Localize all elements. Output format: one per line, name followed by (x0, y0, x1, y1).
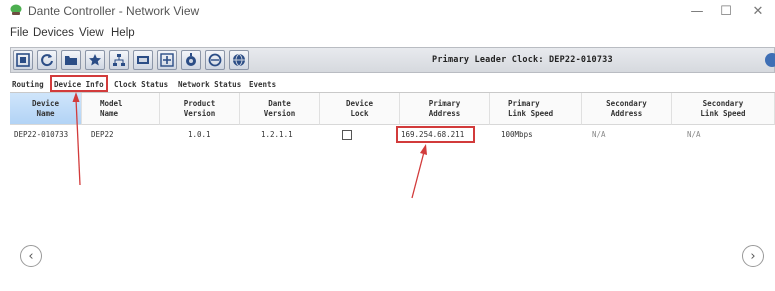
next-button[interactable]: › (742, 245, 764, 267)
cell-device-name: DEP22-010733 (14, 130, 69, 139)
clock-button[interactable] (205, 50, 225, 70)
chevron-right-icon: › (750, 248, 756, 264)
cell-secondary-address: N/A (592, 130, 606, 139)
tab-bar: Routing Device Info Clock Status Network… (10, 75, 775, 92)
primary-address-highlight (396, 126, 475, 143)
cell-product-version: 1.0.1 (188, 130, 211, 139)
dante-app-icon (10, 4, 22, 15)
menu-file[interactable]: File (10, 27, 29, 39)
tab-network-status[interactable]: Network Status (176, 78, 243, 91)
favorite-star-icon (89, 54, 101, 66)
header-product-version[interactable]: Product Version (160, 93, 240, 125)
presets-button[interactable] (133, 50, 153, 70)
window-title: Dante Controller - Network View (28, 4, 200, 18)
add-button[interactable] (157, 50, 177, 70)
folder-icon (65, 56, 77, 65)
device-view-icon (16, 53, 30, 67)
status-globe-icon (765, 53, 775, 67)
maximize-button[interactable]: ☐ (712, 2, 740, 22)
menu-help[interactable]: Help (111, 27, 135, 39)
globe-icon (233, 53, 245, 67)
cell-dante-version: 1.2.1.1 (261, 130, 293, 139)
header-dante-version[interactable]: Dante Version (240, 93, 320, 125)
device-lock-checkbox[interactable] (342, 130, 352, 140)
favorite-button[interactable] (85, 50, 105, 70)
domain-button[interactable] (181, 50, 201, 70)
menu-devices[interactable]: Devices (33, 27, 74, 39)
tab-events[interactable]: Events (247, 78, 278, 91)
add-icon (160, 53, 174, 67)
title-bar: Dante Controller - Network View — ☐ ✕ (0, 0, 775, 24)
header-primary-link-speed[interactable]: Primary Link Speed (490, 93, 582, 125)
globe-button[interactable] (229, 50, 249, 70)
header-secondary-link-speed[interactable]: Secondary Link Speed (672, 93, 775, 125)
header-primary-address[interactable]: Primary Address (400, 93, 490, 125)
primary-leader-clock-label: Primary Leader Clock: DEP22-010733 (432, 55, 613, 65)
toolbar: Primary Leader Clock: DEP22-010733 (10, 47, 775, 73)
refresh-icon (41, 54, 53, 67)
refresh-button[interactable] (37, 50, 57, 70)
network-tree-button[interactable] (109, 50, 129, 70)
tab-routing[interactable]: Routing (10, 78, 46, 91)
presets-icon (137, 56, 149, 64)
clock-icon (208, 53, 222, 67)
header-secondary-address[interactable]: Secondary Address (582, 93, 672, 125)
chevron-left-icon: ‹ (28, 248, 34, 264)
device-info-table: Device Name Model Name Product Version D… (10, 92, 775, 291)
cell-secondary-link-speed: N/A (687, 130, 701, 139)
header-model-name[interactable]: Model Name (82, 93, 160, 125)
minimize-button[interactable]: — (683, 2, 711, 22)
tab-device-info[interactable]: Device Info (50, 75, 108, 92)
tab-clock-status[interactable]: Clock Status (112, 78, 170, 91)
close-button[interactable]: ✕ (744, 2, 772, 22)
folder-button[interactable] (61, 50, 81, 70)
header-device-lock[interactable]: Device Lock (320, 93, 400, 125)
header-device-name[interactable]: Device Name (10, 93, 82, 125)
network-tree-icon (113, 54, 125, 66)
device-view-button[interactable] (13, 50, 33, 70)
cell-primary-link-speed: 100Mbps (501, 130, 533, 139)
previous-button[interactable]: ‹ (20, 245, 42, 267)
domain-icon (186, 53, 196, 66)
menu-bar: File Devices View Help (0, 25, 775, 43)
cell-model-name: DEP22 (91, 130, 114, 139)
menu-view[interactable]: View (79, 27, 104, 39)
